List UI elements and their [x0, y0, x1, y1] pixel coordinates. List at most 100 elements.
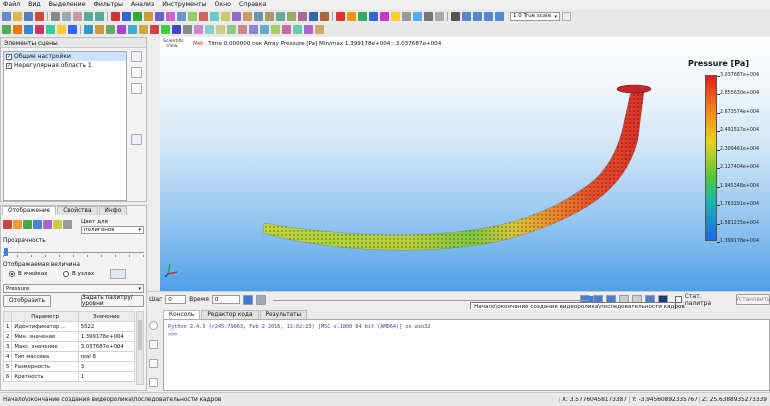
redo-icon[interactable]	[95, 11, 104, 21]
outline-icon[interactable]	[43, 220, 52, 229]
script-icon[interactable]	[149, 359, 158, 368]
animation-icon[interactable]	[271, 25, 280, 34]
line-tool-icon[interactable]	[122, 11, 131, 21]
run-icon[interactable]	[161, 25, 170, 34]
radio-in-cells[interactable]: В ячейках	[9, 271, 47, 277]
color-for-select[interactable]: полигонов ▾	[81, 226, 144, 234]
plane-tool-icon[interactable]	[177, 11, 186, 21]
measure-tool-icon[interactable]	[309, 11, 318, 21]
boundary-icon[interactable]	[95, 25, 104, 34]
mesh-build-icon[interactable]	[84, 25, 93, 34]
tab-info[interactable]: Инфо	[98, 206, 128, 215]
step-input[interactable]: 0	[165, 295, 187, 304]
surface-mode-icon[interactable]	[3, 220, 12, 229]
menu-help[interactable]: Справка	[239, 1, 266, 8]
constraint-icon[interactable]	[139, 25, 148, 34]
tab-results[interactable]: Результаты	[259, 310, 308, 319]
new-file-icon[interactable]	[2, 11, 11, 21]
view-top-icon[interactable]	[484, 11, 493, 21]
fillet-tool-icon[interactable]	[243, 11, 252, 21]
cut-icon[interactable]	[51, 11, 60, 21]
checkbox-icon[interactable]	[562, 11, 571, 21]
menu-tools[interactable]: Инструменты	[162, 1, 206, 8]
shape-torus-icon[interactable]	[57, 25, 66, 34]
probe-icon[interactable]	[183, 25, 192, 34]
tab-console[interactable]: Консоль	[163, 310, 201, 319]
frame-settings-icon[interactable]	[256, 294, 267, 305]
checkbox-icon[interactable]: ✓	[6, 53, 12, 60]
settings-icon[interactable]	[435, 11, 444, 21]
scrollbar-thumb[interactable]	[138, 320, 142, 350]
record-icon[interactable]	[282, 25, 291, 34]
wireframe-mode-icon[interactable]	[358, 11, 367, 21]
mirror-tool-icon[interactable]	[265, 11, 274, 21]
paste-icon[interactable]	[73, 11, 82, 21]
array-select[interactable]: Pressure ▾	[3, 284, 144, 293]
points-icon[interactable]	[33, 220, 42, 229]
view-side-icon[interactable]	[473, 11, 482, 21]
view-iso-icon[interactable]	[495, 11, 504, 21]
info-icon[interactable]	[149, 321, 158, 330]
points-mode-icon[interactable]	[369, 11, 378, 21]
vector-icon[interactable]	[238, 25, 247, 34]
slice-icon[interactable]	[205, 25, 214, 34]
shaded-mode-icon[interactable]	[347, 11, 356, 21]
clip-icon[interactable]	[194, 25, 203, 34]
wireframe-icon[interactable]	[23, 220, 32, 229]
palette-dropdown-icon[interactable]	[110, 269, 126, 279]
radio-in-nodes[interactable]: В узлах	[63, 271, 94, 277]
vessel-model[interactable]	[160, 37, 770, 291]
python-console[interactable]: Python 2.4.5 (r245:79063, Feb 2 2016, 11…	[163, 319, 770, 391]
material-icon[interactable]	[117, 25, 126, 34]
transparency-slider[interactable]	[3, 247, 144, 257]
menu-view[interactable]: Вид	[28, 1, 41, 8]
close-icon[interactable]	[35, 11, 44, 21]
menu-window[interactable]: Окно	[215, 1, 231, 8]
camera-icon[interactable]	[424, 11, 433, 21]
save-icon[interactable]	[24, 11, 33, 21]
lighting-icon[interactable]	[391, 11, 400, 21]
grid-toggle-icon[interactable]	[2, 25, 11, 34]
hidden-icon[interactable]	[63, 220, 72, 229]
layers-icon[interactable]	[315, 25, 324, 34]
curve-tool-icon[interactable]	[144, 11, 153, 21]
script-icon[interactable]	[304, 25, 313, 34]
undo-icon[interactable]	[84, 11, 93, 21]
rotate-tool-icon[interactable]	[287, 11, 296, 21]
scale-select[interactable]: 1.0 True scale ▾	[510, 11, 560, 21]
tree-item-irregular-region[interactable]: ✓ Нерегулярная область 1	[4, 61, 126, 70]
spline-tool-icon[interactable]	[155, 11, 164, 21]
delete-icon[interactable]	[131, 83, 142, 94]
texture-icon[interactable]	[53, 220, 62, 229]
solver-icon[interactable]	[150, 25, 159, 34]
sphere-icon[interactable]	[413, 11, 422, 21]
loft-tool-icon[interactable]	[221, 11, 230, 21]
scale-tool-icon[interactable]	[276, 11, 285, 21]
tab-code-editor[interactable]: Редактор кода	[201, 310, 259, 319]
display-button[interactable]: Отобразить	[3, 295, 51, 307]
clear-console-icon[interactable]	[149, 378, 158, 387]
cube-icon[interactable]	[149, 340, 158, 349]
menu-analysis[interactable]: Анализ	[131, 1, 154, 8]
load-icon[interactable]	[128, 25, 137, 34]
display-mode-icon[interactable]	[336, 11, 345, 21]
arc-tool-icon[interactable]	[133, 11, 142, 21]
copy-icon[interactable]	[62, 11, 71, 21]
surface-tool-icon[interactable]	[166, 11, 175, 21]
apply-button[interactable]: Установить	[736, 294, 770, 305]
static-palette-checkbox[interactable]	[675, 296, 682, 303]
open-folder-icon[interactable]	[13, 11, 22, 21]
edit-icon[interactable]	[131, 67, 142, 78]
tab-properties[interactable]: Свойства	[57, 206, 98, 215]
tab-display[interactable]: Отображение	[2, 206, 57, 215]
export-icon[interactable]	[260, 25, 269, 34]
shape-cone-icon[interactable]	[35, 25, 44, 34]
vessel-surface[interactable]	[262, 84, 645, 251]
viewport-3d[interactable]: Scientific View Met Time 0.000000 сек Ar…	[160, 37, 770, 291]
view-front-icon[interactable]	[462, 11, 471, 21]
table-scrollbar[interactable]	[136, 311, 144, 385]
region-icon[interactable]	[106, 25, 115, 34]
time-input[interactable]: 0	[211, 295, 241, 304]
record-video-icon[interactable]	[243, 294, 254, 305]
screenshot-icon[interactable]	[451, 11, 460, 21]
